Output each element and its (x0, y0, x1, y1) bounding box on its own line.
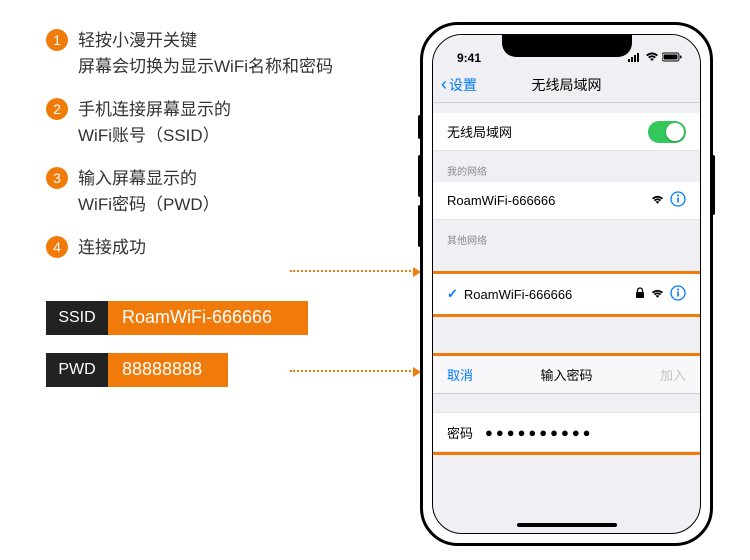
my-networks-header: 我的网络 (433, 151, 700, 182)
connector-line-pwd (290, 370, 415, 372)
status-time: 9:41 (457, 51, 481, 65)
step-1: 1 轻按小漫开关键 屏幕会切换为显示WiFi名称和密码 (46, 28, 376, 79)
wifi-icon (645, 51, 659, 65)
ssid-value: RoamWiFi-666666 (108, 301, 308, 335)
pwd-label: PWD (46, 353, 108, 387)
ssid-label: SSID (46, 301, 108, 335)
password-field-label: 密码 (447, 423, 473, 442)
credentials-block: SSID RoamWiFi-666666 PWD 88888888 (46, 301, 376, 387)
password-dialog-title: 输入密码 (540, 365, 592, 384)
lock-icon (635, 287, 645, 302)
info-icon[interactable] (670, 285, 686, 304)
info-icon[interactable] (670, 191, 686, 210)
wifi-toggle-switch[interactable] (648, 121, 686, 143)
password-join-button[interactable]: 加入 (660, 365, 686, 384)
nav-bar: ‹ 设置 无线局域网 (433, 67, 700, 103)
selected-network-row[interactable]: ✓ RoamWiFi-666666 (433, 274, 700, 314)
home-indicator (517, 523, 617, 527)
selected-network-name: RoamWiFi-666666 (464, 287, 635, 302)
instructions-column: 1 轻按小漫开关键 屏幕会切换为显示WiFi名称和密码 2 手机连接屏幕显示的 … (46, 28, 376, 405)
phone-mockup: 9:41 ‹ 设置 无线局域网 无线局域网 (420, 22, 713, 546)
step-text: 连接成功 (78, 235, 146, 261)
other-networks-header: 其他网络 (433, 220, 700, 251)
step-4: 4 连接成功 (46, 235, 376, 261)
step-number: 4 (46, 236, 68, 258)
wifi-toggle-label: 无线局域网 (447, 122, 648, 141)
battery-icon (662, 51, 682, 65)
signal-icon (628, 51, 642, 65)
wifi-toggle-row[interactable]: 无线局域网 (433, 113, 700, 151)
checkmark-icon: ✓ (447, 286, 458, 302)
chevron-left-icon: ‹ (441, 74, 447, 95)
phone-notch (502, 35, 632, 57)
password-field-value: ●●●●●●●●●● (485, 425, 594, 440)
password-input-row[interactable]: 密码 ●●●●●●●●●● (433, 412, 700, 452)
ssid-row: SSID RoamWiFi-666666 (46, 301, 376, 335)
pwd-value: 88888888 (108, 353, 228, 387)
password-dialog: 取消 输入密码 加入 密码 ●●●●●●●●●● (433, 356, 700, 452)
step-number: 3 (46, 167, 68, 189)
connector-line-ssid (290, 270, 415, 272)
password-cancel-button[interactable]: 取消 (447, 365, 473, 384)
wifi-signal-icon (651, 193, 664, 208)
step-3: 3 输入屏幕显示的 WiFi密码（PWD） (46, 166, 376, 217)
nav-title: 无线局域网 (532, 75, 602, 95)
network-name: RoamWiFi-666666 (447, 193, 651, 208)
my-network-row[interactable]: RoamWiFi-666666 (433, 182, 700, 220)
nav-back-button[interactable]: ‹ 设置 (441, 74, 477, 95)
wifi-signal-icon (651, 287, 664, 302)
step-number: 1 (46, 29, 68, 51)
step-text: 输入屏幕显示的 WiFi密码（PWD） (78, 166, 220, 217)
step-2: 2 手机连接屏幕显示的 WiFi账号（SSID） (46, 97, 376, 148)
step-text: 手机连接屏幕显示的 WiFi账号（SSID） (78, 97, 231, 148)
step-text: 轻按小漫开关键 屏幕会切换为显示WiFi名称和密码 (78, 28, 333, 79)
step-number: 2 (46, 98, 68, 120)
